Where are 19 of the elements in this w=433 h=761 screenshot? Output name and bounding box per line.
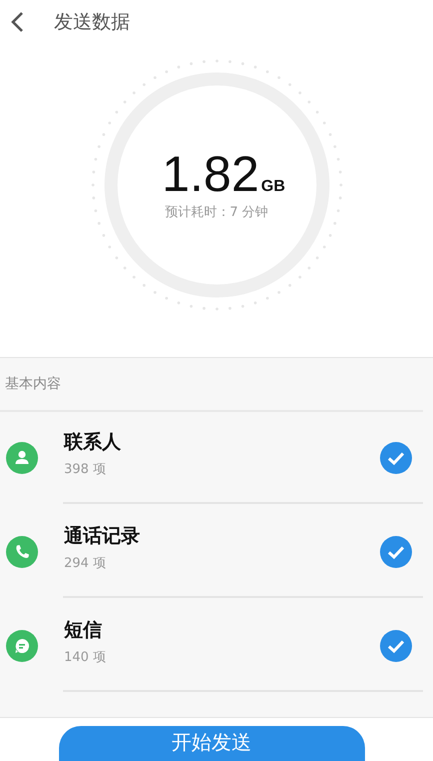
- checkbox[interactable]: [380, 630, 412, 662]
- checkbox[interactable]: [380, 536, 412, 568]
- section-title: 基本内容: [5, 375, 61, 393]
- item-name: 短信: [64, 618, 103, 642]
- item-count: 294 项: [64, 554, 107, 572]
- time-estimate: 预计耗时：7 分钟: [164, 204, 268, 221]
- page-title: 发送数据: [54, 10, 130, 35]
- item-name: 通话记录: [64, 524, 141, 548]
- item-count: 398 项: [64, 460, 107, 478]
- message-icon: [6, 630, 38, 662]
- phone-icon: [6, 536, 38, 568]
- checkbox[interactable]: [380, 442, 412, 474]
- back-icon[interactable]: [10, 11, 24, 33]
- data-size: 1.82: [162, 149, 260, 199]
- person-icon: [6, 442, 38, 474]
- size-unit: GB: [261, 178, 286, 196]
- item-name: 联系人: [64, 430, 122, 454]
- start-send-button[interactable]: 开始发送: [58, 726, 364, 761]
- item-count: 140 项: [64, 648, 107, 666]
